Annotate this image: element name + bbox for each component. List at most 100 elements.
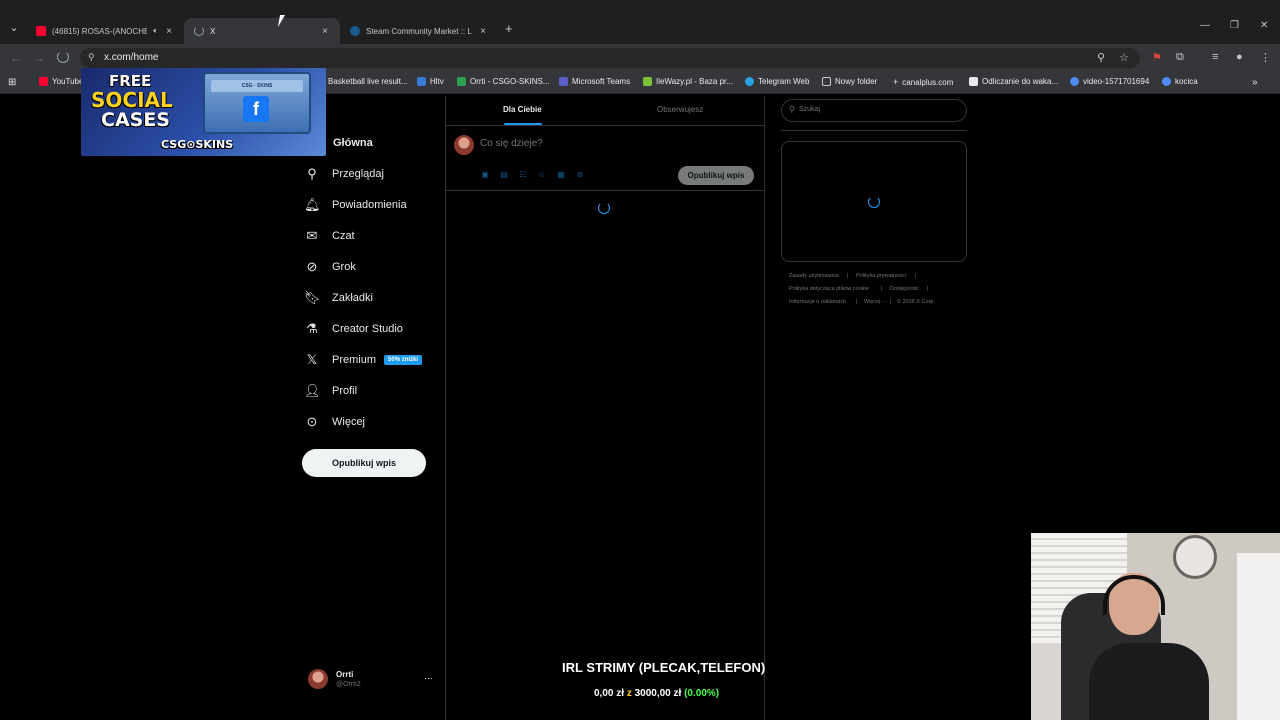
account-switcher[interactable]: Orrti @Orrti2 ··· [308,669,436,691]
bookmark-item[interactable]: Basketball live result... [328,77,408,86]
csgoskins-ad-banner[interactable]: CSG · SKINS f FREE SOCIAL CASES CSG⊙SKIN… [81,68,326,156]
goal-target: 3000,00 zł [634,688,682,699]
nav-label: Profil [332,385,358,397]
tab-youtube[interactable]: (46815) ROSAS-(ANOCHE)( 🔈︎ × [26,18,184,44]
close-tab-icon[interactable]: × [320,26,330,37]
search-placeholder: Szukaj [799,106,821,113]
bell-icon: 🔔︎ [304,197,321,212]
nav-label: Więcej [332,416,366,428]
footer-link-ads[interactable]: Informacje o reklamach [789,299,846,305]
bookmark-item[interactable]: Hltv [417,77,444,86]
bookmark-item[interactable]: video-1571701694 [1070,77,1149,86]
close-tab-icon[interactable]: × [478,26,488,37]
address-url[interactable]: x.com/home [104,52,158,63]
bookmark-item[interactable]: Odliczanie do waka... [969,77,1058,86]
footer-link-terms[interactable]: Zasady użytkowania [789,273,839,279]
address-bar[interactable] [80,48,1140,68]
bookmark-item[interactable]: YouTube [39,77,83,86]
telegram-icon [745,77,754,86]
nav-profile[interactable]: 👤︎ Profil [304,379,357,403]
tab-for-you[interactable]: Dla Ciebie [503,105,542,114]
tab-x[interactable]: X × [184,18,340,44]
bookmark-item[interactable]: kocica [1162,77,1198,86]
bookmark-item[interactable]: Telegram Web [745,77,809,86]
profile-icon[interactable]: ● [1236,51,1243,63]
bookmark-label: Basketball live result... [328,77,408,86]
site-info-icon[interactable]: ⚲ [88,52,95,63]
zoom-icon[interactable]: ⚲ [1097,51,1105,64]
nav-explore[interactable]: ⚲ Przeglądaj [304,162,384,186]
x-logo-icon: 𝕏 [306,352,318,367]
tab-title: Steam Community Market :: List [366,26,472,36]
nav-home[interactable]: Główna [333,131,373,155]
nav-chat[interactable]: ✉ Czat [304,224,355,248]
footer-link-more[interactable]: Więcej ··· [864,299,888,305]
back-icon[interactable]: ← [10,51,22,65]
poll-icon[interactable]: ☷ [518,170,528,179]
avatar [454,135,474,155]
bookmark-item[interactable]: + canalplus.com [893,77,953,87]
sheets-icon [457,77,466,86]
gif-icon[interactable]: ▤ [499,170,509,179]
bookmark-item[interactable]: Orrti - CSGO-SKINS... [457,77,550,86]
more-options-icon[interactable]: ··· [424,673,433,683]
grok-icon: ⊘ [306,259,318,274]
apps-grid-icon[interactable]: ⊞ [8,77,16,88]
nav-label: Zakładki [332,292,373,304]
close-tab-icon[interactable]: × [164,26,174,37]
more-bookmarks-icon[interactable]: » [1252,77,1258,88]
bookmark-item[interactable]: Nowy folder [822,77,877,86]
ad-brand-logo: CSG⊙SKINS [161,138,234,151]
image-icon[interactable]: ▣ [480,170,490,179]
bookmark-star-icon[interactable]: ☆ [1119,51,1129,64]
bookmark-label: Microsoft Teams [572,77,631,86]
tab-steam[interactable]: Steam Community Market :: List × [340,18,498,44]
nav-label: Powiadomienia [332,199,407,211]
nav-notifications[interactable]: 🔔︎ Powiadomienia [304,193,407,217]
footer-link-privacy[interactable]: Polityka prywatności [856,273,906,279]
donation-goal-title: IRL STRIMY (PLECAK,TELEFON) [562,660,766,675]
nav-label: Premium [332,354,377,366]
extensions-puzzle-icon[interactable]: ⧉ [1176,51,1184,64]
nav-creator-studio[interactable]: ⚗ Creator Studio [304,317,403,341]
speaker-icon[interactable]: 🔈︎ [153,26,158,36]
youtube-icon [36,26,46,36]
nav-grok[interactable]: ⊘ Grok [304,255,356,279]
new-tab-button[interactable]: + [505,21,513,36]
avatar [308,669,328,689]
minimize-icon[interactable]: — [1200,20,1210,31]
nav-more[interactable]: ⊙ Więcej [304,410,365,434]
schedule-icon[interactable]: ▦ [556,170,566,179]
close-window-icon[interactable]: ✕ [1260,20,1268,31]
nav-label: Przeglądaj [332,168,384,180]
extension-icon[interactable]: ⚑ [1152,51,1162,64]
nav-premium[interactable]: 𝕏 Premium 50% zniżki [304,348,423,372]
loading-spinner [598,202,610,214]
forward-icon[interactable]: → [33,51,45,65]
loading-spinner [868,196,880,208]
footer-link-accessibility[interactable]: Dostępność [890,286,919,292]
search-icon: ⚲ [789,105,795,114]
post-button[interactable]: Opublikuj wpis [302,449,426,477]
nav-label: Główna [333,137,373,149]
nav-label: Czat [332,230,355,242]
divider [781,130,967,131]
compose-post-button[interactable]: Opublikuj wpis [678,166,754,185]
tab-following[interactable]: Obserwujesz [657,105,703,114]
compose-input[interactable]: Co się dzieje? [480,138,543,149]
stop-loading-icon[interactable] [57,51,69,63]
nav-bookmarks[interactable]: 🔖︎ Zakładki [304,286,373,310]
tab-search-chevron-icon[interactable]: ⌄ [6,20,22,36]
emoji-icon[interactable]: ☺ [537,170,547,179]
search-icon: ⚲ [307,166,317,181]
browser-menu-icon[interactable]: ⋮ [1260,51,1271,64]
restore-icon[interactable]: ❐ [1230,20,1239,31]
goal-current: 0,00 zł [594,688,625,699]
premium-discount-badge: 50% zniżki [384,355,423,365]
footer-link-cookies[interactable]: Polityka dotycząca plików cookie [789,286,869,292]
bookmark-item[interactable]: Microsoft Teams [559,77,630,86]
plus-icon: + [893,77,899,87]
location-icon[interactable]: ⊚ [575,170,585,179]
tab-media-icon[interactable]: ≡ [1212,51,1218,63]
bookmark-item[interactable]: IleWazy.pl - Baza pr... [643,77,733,86]
